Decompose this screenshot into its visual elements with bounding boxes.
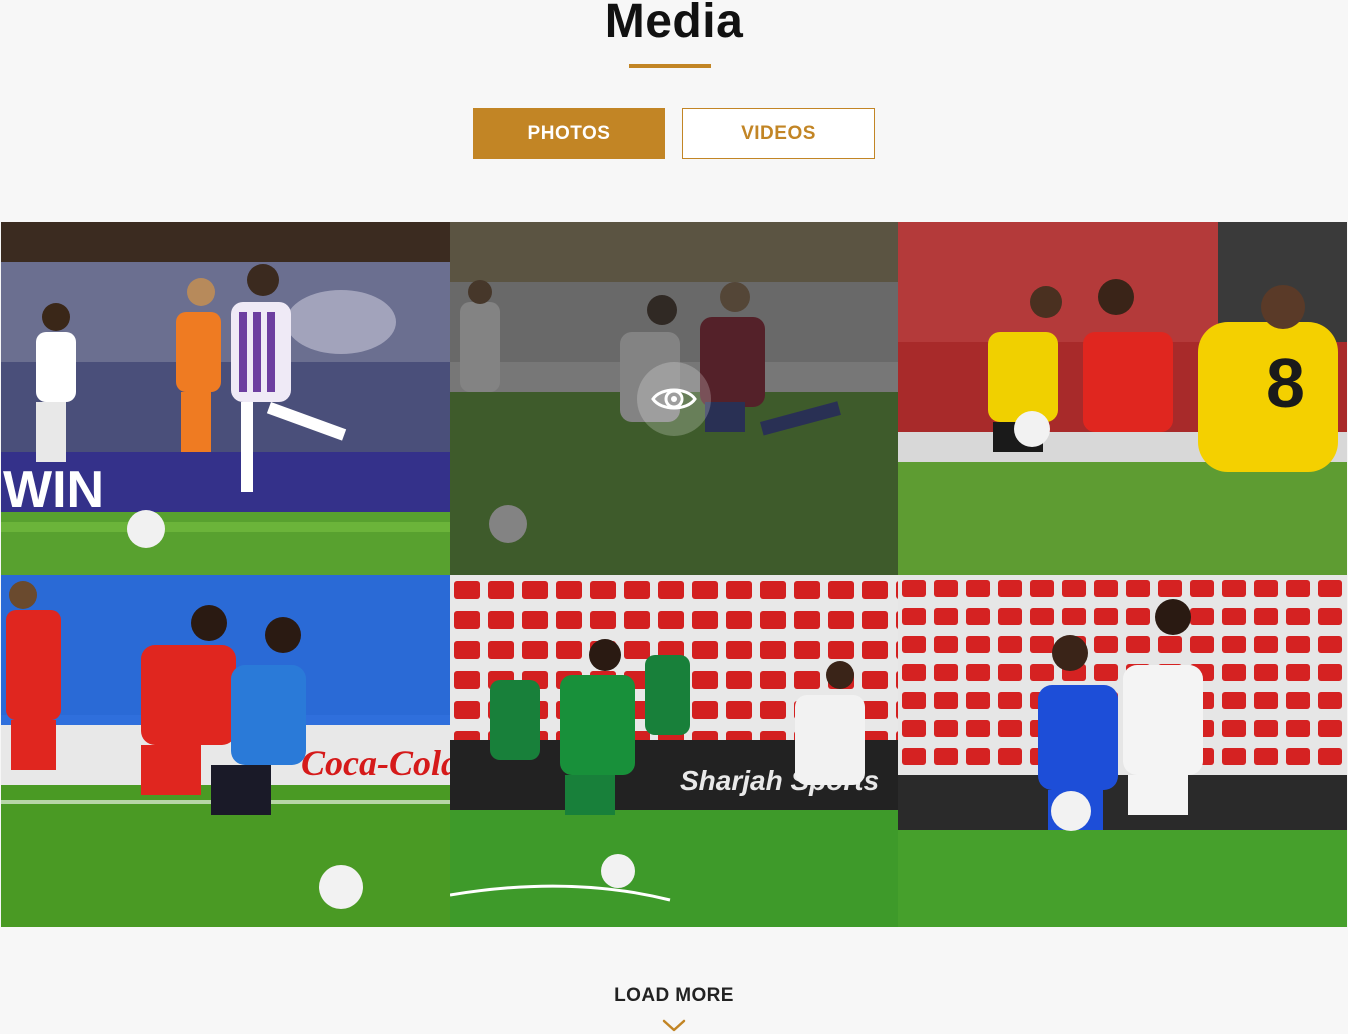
gallery-photo[interactable]: Sharjah Sports bbox=[450, 575, 898, 927]
photo-image: 8 bbox=[898, 222, 1347, 575]
photo-image: Sharjah Sports bbox=[450, 575, 898, 927]
photo-image bbox=[898, 575, 1347, 927]
hover-overlay bbox=[450, 222, 898, 575]
tab-videos[interactable]: VIDEOS bbox=[682, 108, 875, 159]
photo-image: Coca-Cola bbox=[1, 575, 450, 927]
svg-text:8: 8 bbox=[1266, 344, 1305, 422]
title-underline bbox=[629, 64, 711, 68]
gallery-photo-hovered[interactable] bbox=[450, 222, 898, 575]
gallery-photo[interactable]: Coca-Cola bbox=[1, 575, 450, 927]
eye-icon[interactable] bbox=[637, 361, 711, 436]
photo-grid: WIN 8 Coca-Cola Sharjah Sports bbox=[1, 222, 1347, 927]
chevron-down-icon[interactable] bbox=[662, 1019, 686, 1033]
svg-text:Coca-Cola: Coca-Cola bbox=[301, 743, 450, 783]
load-more-button[interactable]: LOAD MORE bbox=[0, 985, 1348, 1007]
section-title: Media bbox=[604, 0, 744, 48]
svg-text:WIN: WIN bbox=[3, 461, 104, 519]
gallery-photo[interactable]: 8 bbox=[898, 222, 1347, 575]
photo-image: WIN bbox=[1, 222, 450, 575]
gallery-photo[interactable]: WIN bbox=[1, 222, 450, 575]
gallery-photo[interactable] bbox=[898, 575, 1347, 927]
media-section: Media PHOTOS VIDEOS WIN 8 Coca-Cola Shar… bbox=[0, 0, 1348, 1034]
tab-photos[interactable]: PHOTOS bbox=[473, 108, 665, 159]
